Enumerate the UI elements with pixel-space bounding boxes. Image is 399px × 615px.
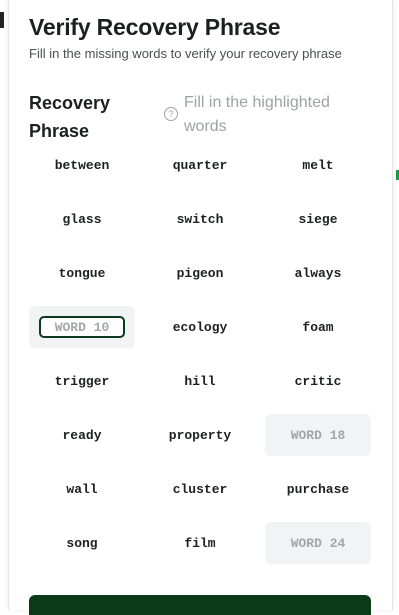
hint: ? Fill in the highlighted words <box>164 91 364 139</box>
recovery-word: trigger <box>54 373 110 389</box>
recovery-word: melt <box>302 157 334 173</box>
recovery-word: siege <box>298 211 338 227</box>
missing-word-input[interactable] <box>39 316 125 338</box>
recovery-word: critic <box>294 373 342 389</box>
verify-button[interactable] <box>29 595 371 615</box>
recovery-word: pigeon <box>176 265 224 281</box>
recovery-word: song <box>66 535 98 551</box>
recovery-word: ecology <box>172 319 228 335</box>
missing-word-slot[interactable]: WORD 18 <box>265 414 371 456</box>
hint-text: Fill in the highlighted words <box>184 94 330 135</box>
word-input-cell <box>29 306 135 348</box>
recovery-word: switch <box>176 211 224 227</box>
recovery-word: between <box>54 157 110 173</box>
recovery-word: hill <box>184 373 216 389</box>
recovery-phrase-grid: between quarter melt glass switch siege tongue… <box>29 144 371 564</box>
recovery-word: glass <box>62 211 102 227</box>
verify-recovery-phrase-panel: Verify Recovery Phrase Fill in the missi… <box>8 0 393 615</box>
recovery-word: film <box>184 535 216 551</box>
missing-word-slot[interactable]: WORD 24 <box>265 522 371 564</box>
background-page-edge <box>0 12 4 28</box>
recovery-word: cluster <box>172 481 228 497</box>
recovery-word: quarter <box>172 157 228 173</box>
recovery-word: property <box>168 427 232 443</box>
recovery-word: foam <box>302 319 334 335</box>
recovery-word: purchase <box>286 481 350 497</box>
recovery-word: ready <box>62 427 102 443</box>
page-subtitle: Fill in the missing words to verify your… <box>29 46 342 61</box>
recovery-word: always <box>294 265 342 281</box>
page-title: Verify Recovery Phrase <box>29 14 281 40</box>
recovery-word: wall <box>66 481 98 497</box>
question-circle-icon: ? <box>164 107 178 121</box>
recovery-phrase-label: Recovery Phrase <box>29 93 111 141</box>
recovery-word: tongue <box>58 265 106 281</box>
